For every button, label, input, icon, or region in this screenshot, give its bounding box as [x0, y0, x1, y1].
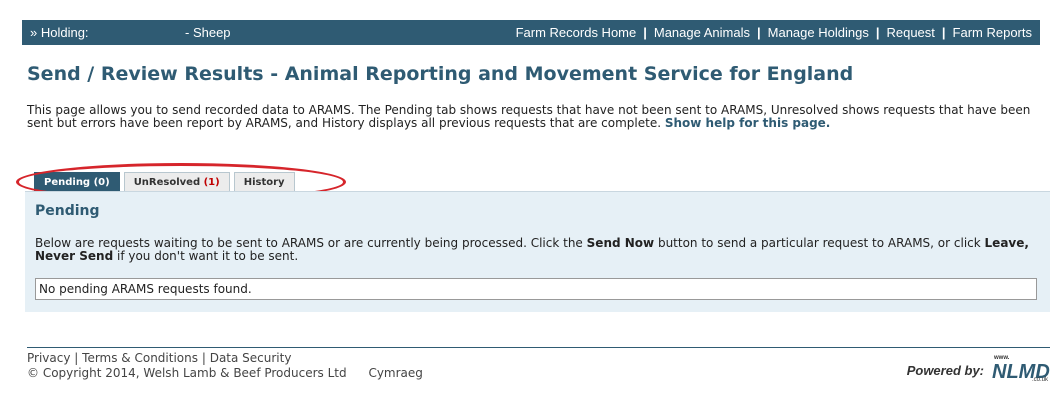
- tab-history-label: History: [243, 177, 285, 188]
- tab-history[interactable]: History: [233, 172, 295, 191]
- send-now-term: Send Now: [586, 236, 655, 250]
- nav-manage-animals[interactable]: Manage Animals: [654, 25, 750, 40]
- nav-separator: |: [643, 25, 647, 40]
- panel-heading: Pending: [35, 203, 100, 219]
- pending-panel: Pending Below are requests waiting to be…: [25, 191, 1050, 312]
- tab-pending-count: (0): [93, 177, 110, 188]
- nav-manage-holdings[interactable]: Manage Holdings: [768, 25, 869, 40]
- empty-results-message: No pending ARAMS requests found.: [35, 278, 1037, 300]
- panel-description: Below are requests waiting to be sent to…: [35, 237, 1035, 263]
- privacy-link[interactable]: Privacy: [27, 351, 70, 365]
- nav-farm-records-home[interactable]: Farm Records Home: [516, 25, 637, 40]
- main-nav: Farm Records Home | Manage Animals | Man…: [516, 25, 1032, 40]
- top-navigation-bar: » Holding: - Sheep Farm Records Home | M…: [22, 20, 1040, 45]
- holding-label: » Holding:: [30, 25, 89, 40]
- nav-farm-reports[interactable]: Farm Reports: [953, 25, 1032, 40]
- tab-unresolved[interactable]: UnResolved (1): [123, 172, 230, 191]
- footer-separator: |: [74, 351, 79, 365]
- desc-part-2: button to send a particular request to A…: [657, 236, 981, 250]
- species-label: - Sheep: [185, 25, 231, 40]
- nav-separator: |: [941, 25, 946, 40]
- footer-separator: |: [201, 351, 206, 365]
- nav-separator: |: [757, 25, 761, 40]
- nlmd-logo[interactable]: www. NLMD .co.uk: [986, 355, 1050, 383]
- tab-unresolved-label: UnResolved: [133, 177, 201, 188]
- show-help-link[interactable]: Show help for this page.: [665, 116, 831, 130]
- footer-links: Privacy | Terms & Conditions | Data Secu…: [27, 351, 291, 365]
- nav-request[interactable]: Request: [886, 25, 934, 40]
- tab-bar: Pending (0) UnResolved (1) History: [34, 172, 295, 191]
- tab-pending[interactable]: Pending (0): [34, 172, 120, 191]
- terms-link[interactable]: Terms & Conditions: [82, 351, 198, 365]
- powered-by-label: Powered by:: [906, 362, 984, 378]
- powered-by: Powered by: www. NLMD .co.uk: [906, 355, 1050, 383]
- page-title: Send / Review Results - Animal Reporting…: [27, 63, 854, 85]
- page-intro: This page allows you to send recorded da…: [27, 104, 1042, 130]
- copyright: © Copyright 2014, Welsh Lamb & Beef Prod…: [27, 366, 423, 380]
- footer-divider: [27, 347, 1050, 348]
- data-security-link[interactable]: Data Security: [210, 351, 292, 365]
- tab-pending-label: Pending: [44, 177, 91, 188]
- nav-separator: |: [875, 25, 880, 40]
- intro-text: This page allows you to send recorded da…: [27, 103, 1031, 130]
- copyright-text: © Copyright 2014, Welsh Lamb & Beef Prod…: [27, 366, 347, 380]
- desc-part-1: Below are requests waiting to be sent to…: [35, 236, 583, 250]
- cymraeg-link[interactable]: Cymraeg: [368, 366, 422, 380]
- tab-unresolved-count: (1): [203, 177, 220, 188]
- desc-part-3: if you don't want it to be sent.: [116, 249, 299, 263]
- logo-tld: .co.uk: [1031, 377, 1048, 383]
